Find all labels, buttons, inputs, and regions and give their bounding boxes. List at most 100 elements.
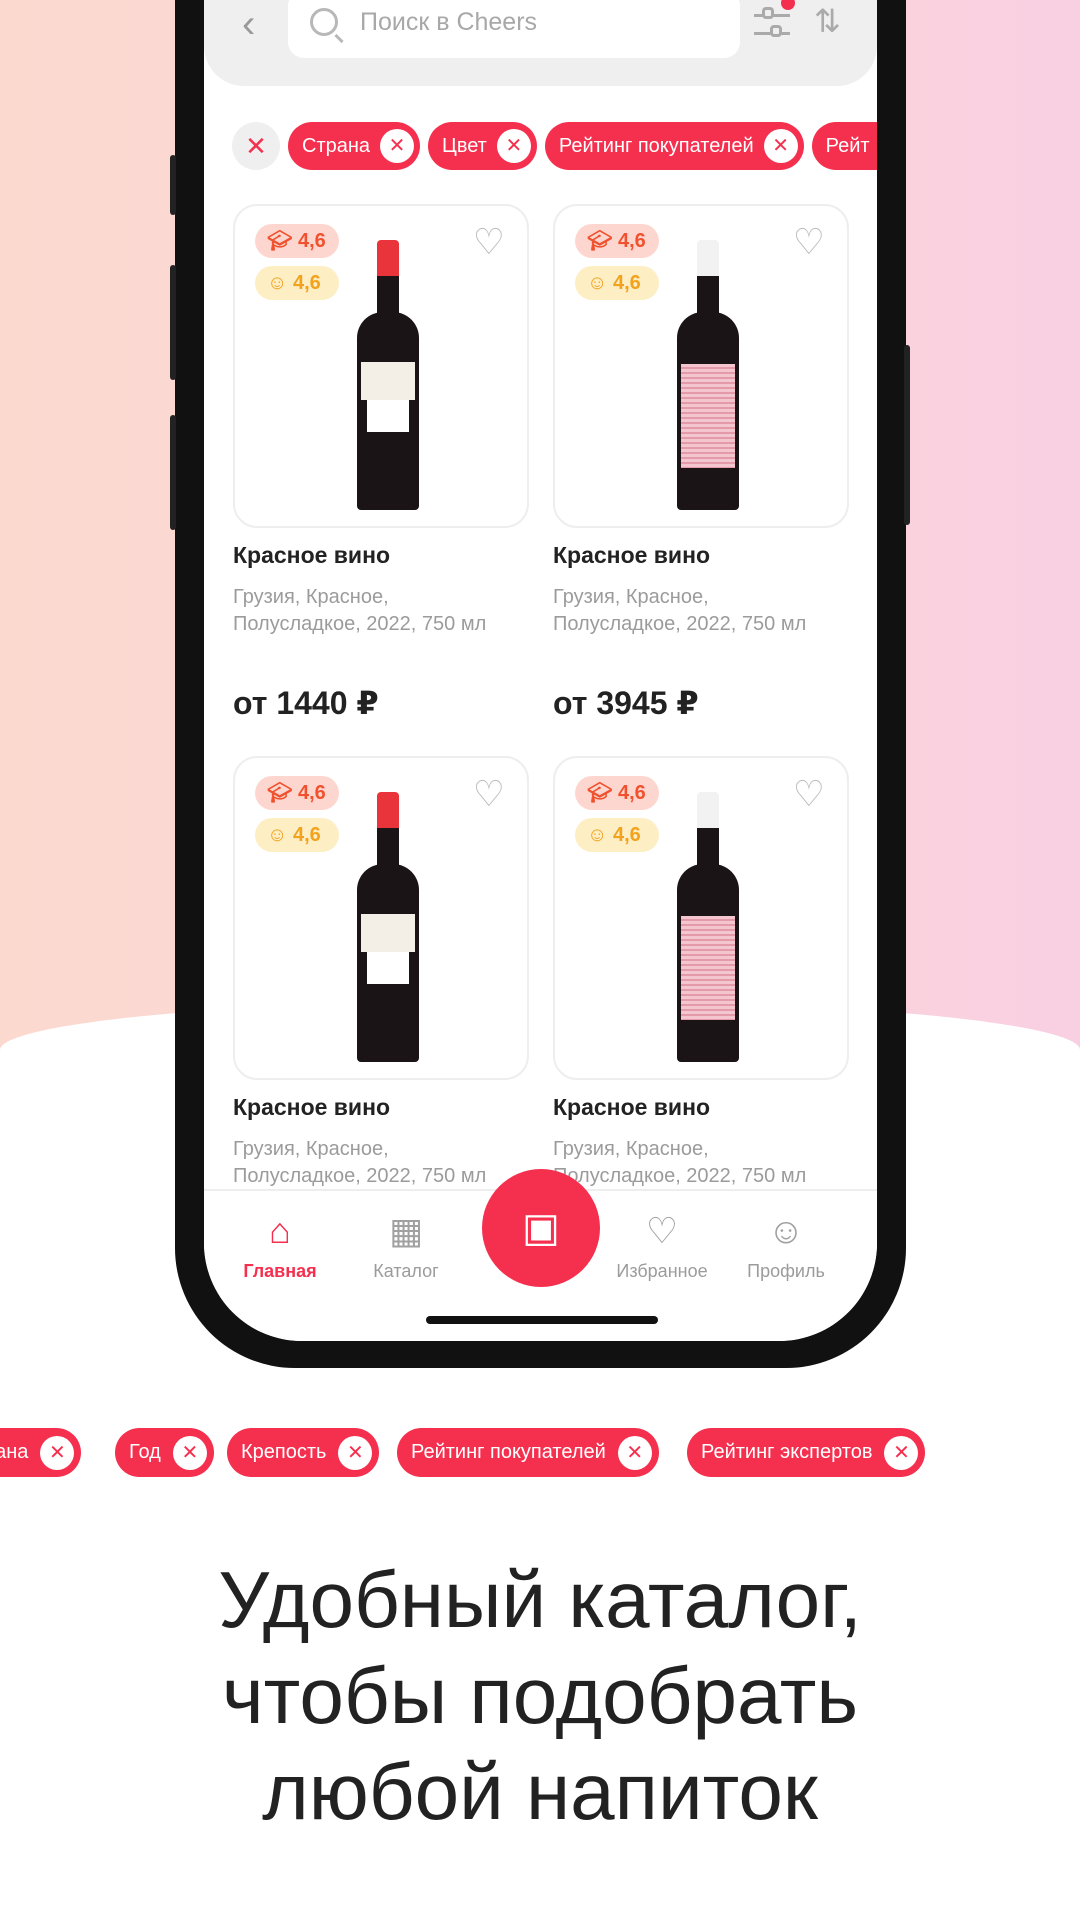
wine-bottle-image [357,240,419,510]
chip-label: Рейтинг покупателей [558,134,754,157]
filter-active-dot [781,0,795,10]
app-screen: ‹ Поиск в Cheers ⇅ ✕ Страна ✕ Цвет ✕ Рейти… [204,0,877,1341]
filter-chip[interactable]: Рейт✕ [811,122,877,170]
people-icon: ☺ [587,824,608,846]
close-icon[interactable]: ✕ [884,1435,919,1470]
favorite-heart-icon[interactable]: ♡ [473,224,505,260]
profile-icon: ☺ [767,1210,805,1251]
rating-value: 4,6 [292,272,321,294]
nav-favorites[interactable]: ♡ Избранное [602,1209,722,1282]
phone-button [904,345,910,525]
filter-chip[interactable]: Крепость ✕ [227,1428,380,1477]
people-icon: ☺ [267,272,288,294]
wine-bottle-image [677,792,739,1062]
search-input[interactable]: Поиск в Cheers [288,0,740,58]
graduation-cap-icon: 🎓︎ [587,230,613,252]
expert-rating-badge: 🎓︎ 4,6 [575,776,659,810]
product-title[interactable]: Красное вино [553,1094,710,1121]
chip-label: Цвет [442,134,487,157]
favorite-heart-icon[interactable]: ♡ [793,224,825,260]
close-icon[interactable]: ✕ [172,1435,207,1470]
wine-bottle-image [357,792,419,1062]
product-description: Грузия, Красное, Полусладкое, 2022, 750 м… [233,1138,487,1187]
filter-icon[interactable] [754,4,790,42]
home-indicator [426,1316,658,1324]
favorite-heart-icon[interactable]: ♡ [473,776,505,812]
product-card[interactable]: 🎓︎ 4,6 ☺ 4,6 ♡ [233,756,529,1080]
product-card[interactable]: 🎓︎ 4,6 ☺ 4,6 ♡ [233,204,529,528]
nav-profile[interactable]: ☺ Профиль [726,1209,846,1282]
chip-label: Крепость [241,1441,327,1463]
search-placeholder: Поиск в Cheers [360,8,538,36]
headline-line: чтобы подобрать [221,1651,859,1740]
wine-bottle-image [677,240,739,510]
heart-icon: ♡ [645,1210,679,1251]
nav-home[interactable]: ⌂ Главная [220,1209,340,1282]
close-icon[interactable]: ✕ [496,129,531,163]
nav-label: Профиль [747,1261,825,1281]
headline-line: Удобный каталог, [218,1555,862,1644]
home-icon: ⌂ [269,1210,291,1251]
filter-chip[interactable]: Рейтинг покупателей ✕ [544,122,804,170]
filter-chip[interactable]: Рейтинг экспертов ✕ [687,1428,926,1477]
product-card[interactable]: 🎓︎ 4,6 ☺ 4,6 ♡ [553,756,849,1080]
close-icon[interactable]: ✕ [40,1435,75,1470]
rating-value: 4,6 [612,272,641,294]
chip-label: Рейтинг покупателей [411,1441,606,1463]
clear-filters-button[interactable]: ✕ [232,122,280,170]
expert-rating-badge: 🎓︎ 4,6 [255,776,339,810]
product-price: от 3945 ₽ [553,685,699,721]
buyer-rating-badge: ☺ 4,6 [255,818,339,852]
rating-value: 4,6 [617,782,646,804]
filter-chip[interactable]: Рейтинг покупателей ✕ [397,1428,659,1477]
sort-icon[interactable]: ⇅ [814,2,841,40]
buyer-rating-badge: ☺ 4,6 [255,266,339,300]
chip-label: Год [129,1441,161,1463]
nav-label: Главная [243,1261,317,1281]
product-price: от 1440 ₽ [233,685,379,721]
close-icon[interactable]: ✕ [338,1435,373,1470]
buyer-rating-badge: ☺ 4,6 [575,266,659,300]
phone-button [170,155,176,215]
headline: Удобный каталог, чтобы подобрать любой н… [0,1552,1080,1840]
rating-value: 4,6 [292,824,321,846]
nav-catalog[interactable]: ▦ Каталог [346,1209,466,1282]
close-icon[interactable]: ✕ [380,129,415,163]
people-icon: ☺ [267,824,288,846]
headline-line: любой напиток [262,1747,818,1836]
favorite-heart-icon[interactable]: ♡ [793,776,825,812]
expert-rating-badge: 🎓︎ 4,6 [255,224,339,258]
product-description: Грузия, Красное, Полусладкое, 2022, 750 м… [553,1138,807,1187]
people-icon: ☺ [587,272,608,294]
rating-value: 4,6 [617,230,646,252]
phone-button [170,415,176,530]
graduation-cap-icon: 🎓︎ [267,230,293,252]
rating-value: 4,6 [297,230,326,252]
product-title[interactable]: Красное вино [233,542,390,569]
filter-chip[interactable]: рана ✕ [0,1428,82,1477]
filter-chip[interactable]: Цвет ✕ [428,122,537,170]
chip-label: Рейтинг экспертов [701,1441,873,1463]
camera-scan-icon: ▣ [522,1206,560,1250]
product-description: Грузия, Красное, Полусладкое, 2022, 750 м… [233,586,487,635]
grid-icon: ▦ [388,1210,423,1251]
filter-chip[interactable]: Год ✕ [115,1428,214,1477]
nav-label: Избранное [616,1261,708,1281]
nav-label: Каталог [373,1261,439,1281]
graduation-cap-icon: 🎓︎ [267,782,293,804]
close-icon[interactable]: ✕ [763,129,798,163]
filter-chip[interactable]: Страна ✕ [288,122,421,170]
product-title[interactable]: Красное вино [233,1094,390,1121]
scan-camera-button[interactable]: ▣ [482,1169,600,1287]
close-icon[interactable]: ✕ [617,1435,652,1470]
back-arrow-icon[interactable]: ‹ [242,2,255,47]
product-card[interactable]: 🎓︎ 4,6 ☺ 4,6 ♡ [553,204,849,528]
product-description: Грузия, Красное, Полусладкое, 2022, 750 м… [553,586,807,635]
rating-value: 4,6 [612,824,641,846]
phone-button [170,265,176,380]
expert-rating-badge: 🎓︎ 4,6 [575,224,659,258]
product-title[interactable]: Красное вино [553,542,710,569]
rating-value: 4,6 [297,782,326,804]
buyer-rating-badge: ☺ 4,6 [575,818,659,852]
top-bar: ‹ Поиск в Cheers ⇅ [204,0,877,86]
